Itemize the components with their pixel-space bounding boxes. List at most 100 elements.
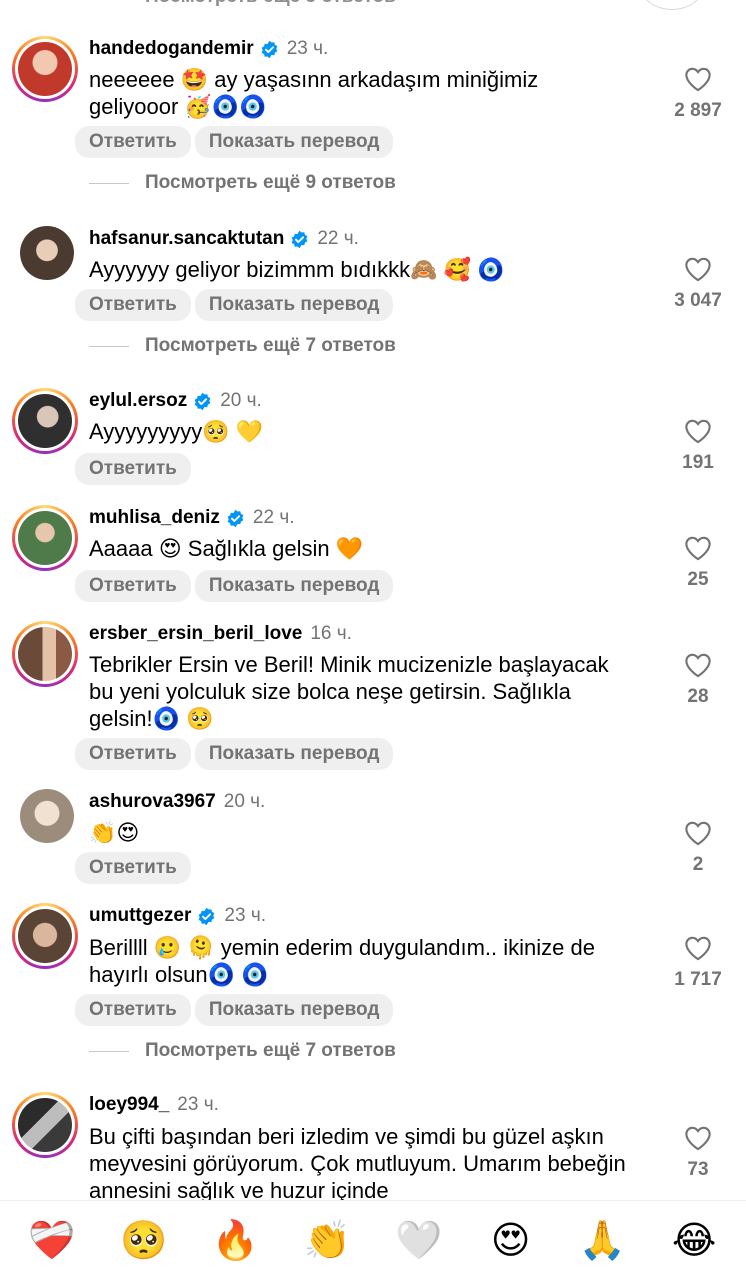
timestamp: 22 ч.: [317, 228, 359, 249]
avatar[interactable]: [12, 505, 78, 571]
avatar-image: [20, 226, 74, 280]
avatar[interactable]: [12, 36, 78, 102]
heart-icon[interactable]: [684, 535, 712, 561]
username[interactable]: ersber_ersin_beril_love: [89, 623, 302, 645]
ghost-circle: [640, 0, 704, 10]
timestamp: 20 ч.: [220, 390, 262, 411]
reply-button[interactable]: Ответить: [75, 852, 191, 884]
avatar[interactable]: [20, 789, 74, 843]
translate-button[interactable]: Показать перевод: [194, 289, 394, 321]
like-count: 191: [682, 452, 714, 473]
like-group: 1 717: [660, 935, 736, 991]
like-group: 28: [660, 652, 736, 708]
comment-text: 👏😍: [89, 820, 140, 845]
like-group: 2 897: [660, 66, 736, 122]
username[interactable]: handedogandemir: [89, 38, 254, 60]
comment-text: Aaaaa 😍 Sağlıkla gelsin 🧡: [89, 536, 364, 561]
heart-icon[interactable]: [684, 820, 712, 846]
username[interactable]: hafsanur.sancaktutan: [89, 228, 284, 250]
heart-icon[interactable]: [684, 935, 712, 961]
emoji-pleading-face-button[interactable]: 🥺: [114, 1211, 174, 1271]
timestamp: 22 ч.: [252, 507, 295, 528]
timestamp: 23 ч.: [177, 1094, 219, 1115]
reply-button[interactable]: Ответить: [75, 994, 191, 1026]
avatar[interactable]: [12, 903, 78, 969]
username[interactable]: eylul.ersoz: [89, 390, 187, 412]
view-more-replies-label[interactable]: Посмотреть ещё 9 ответов: [145, 172, 396, 194]
view-more-replies-label[interactable]: Посмотреть ещё 7 ответов: [145, 1040, 396, 1062]
verified-badge-icon: [261, 40, 278, 58]
username[interactable]: ashurova3967: [89, 791, 216, 813]
emoji-white-heart-button[interactable]: 🤍: [389, 1211, 449, 1271]
avatar[interactable]: [12, 1092, 78, 1158]
like-count: 2 897: [674, 100, 722, 121]
verified-badge-icon: [292, 230, 308, 248]
avatar-image: [20, 789, 74, 843]
verified-badge-icon: [199, 907, 215, 925]
ghost-more-replies: Посмотреть ещё 5 ответов: [145, 0, 396, 8]
username[interactable]: loey994_: [89, 1094, 169, 1116]
avatar[interactable]: [12, 621, 78, 687]
timestamp: 23 ч.: [224, 905, 266, 926]
timestamp: 23 ч.: [286, 38, 329, 59]
like-group: 2: [660, 820, 736, 876]
comment-text: Berillll 🥲 🫠 yemin ederim duygulandım.. …: [89, 935, 595, 987]
avatar[interactable]: [20, 226, 74, 280]
translate-button[interactable]: Показать перевод: [194, 570, 394, 602]
like-group: 25: [660, 535, 736, 591]
like-count: 28: [687, 686, 709, 707]
verified-badge-icon: [194, 392, 211, 410]
emoji-reaction-bar: ❤️‍🩹 🥺 🔥 👏 🤍 😍 🙏 😂: [0, 1200, 746, 1280]
avatar-image: [18, 1098, 72, 1152]
emoji-heart-eyes-button[interactable]: 😍: [481, 1211, 541, 1271]
like-count: 25: [687, 569, 709, 590]
heart-icon[interactable]: [684, 66, 712, 92]
emoji-folded-hands-button[interactable]: 🙏: [572, 1211, 632, 1271]
reply-button[interactable]: Ответить: [75, 289, 191, 321]
verified-badge-icon: [227, 509, 244, 527]
like-group: 3 047: [660, 256, 736, 312]
reply-button[interactable]: Ответить: [75, 453, 191, 485]
view-more-replies[interactable]: Посмотреть ещё 7 ответов: [89, 335, 396, 357]
emoji-mending-heart-button[interactable]: ❤️‍🩹: [22, 1211, 82, 1271]
emoji-fire-button[interactable]: 🔥: [205, 1211, 265, 1271]
like-group: 73: [660, 1125, 736, 1181]
heart-icon[interactable]: [684, 418, 712, 444]
like-count: 3 047: [674, 290, 722, 311]
view-more-replies-label[interactable]: Посмотреть ещё 7 ответов: [145, 335, 396, 357]
timestamp: 20 ч.: [223, 791, 266, 812]
translate-button[interactable]: Показать перевод: [194, 738, 394, 770]
comment-text: Tebrikler Ersin ve Beril! Minik mucizeni…: [89, 652, 609, 731]
like-count: 73: [687, 1159, 709, 1180]
avatar-image: [18, 42, 72, 96]
emoji-clapping-hands-button[interactable]: 👏: [297, 1211, 357, 1271]
reply-button[interactable]: Ответить: [75, 738, 191, 770]
timestamp: 16 ч.: [310, 623, 352, 644]
comment-text: Bu çifti başından beri izledim ve şimdi …: [89, 1124, 626, 1203]
emoji-tears-of-joy-button[interactable]: 😂: [664, 1211, 724, 1271]
heart-icon[interactable]: [684, 652, 712, 678]
divider: [89, 345, 129, 347]
comment-text: Ayyyyyyyyy🥺 💛: [89, 419, 264, 444]
like-group: 191: [660, 418, 736, 474]
translate-button[interactable]: Показать перевод: [194, 994, 394, 1026]
avatar[interactable]: [12, 388, 78, 454]
username[interactable]: umuttgezer: [89, 905, 191, 927]
heart-icon[interactable]: [684, 256, 712, 282]
comment-text: Ayyyyyy geliyor bizimmm bıdıkkk🙈 🥰 🧿: [89, 257, 505, 282]
like-count: 2: [692, 854, 704, 875]
heart-icon[interactable]: [684, 1125, 712, 1151]
comment-text: neeeeee 🤩 ay yaşasınn arkadaşım miniğimi…: [89, 67, 539, 119]
divider: [89, 182, 129, 184]
username[interactable]: muhlisa_deniz: [89, 507, 220, 529]
reply-button[interactable]: Ответить: [75, 570, 191, 602]
avatar-image: [18, 511, 72, 565]
reply-button[interactable]: Ответить: [75, 126, 191, 158]
view-more-replies[interactable]: Посмотреть ещё 9 ответов: [89, 172, 396, 194]
previous-replies-cut: Посмотреть ещё 5 ответов: [0, 0, 746, 20]
view-more-replies[interactable]: Посмотреть ещё 7 ответов: [89, 1040, 396, 1062]
translate-button[interactable]: Показать перевод: [194, 126, 394, 158]
avatar-image: [18, 627, 72, 681]
divider: [89, 1050, 129, 1052]
avatar-image: [18, 909, 72, 963]
